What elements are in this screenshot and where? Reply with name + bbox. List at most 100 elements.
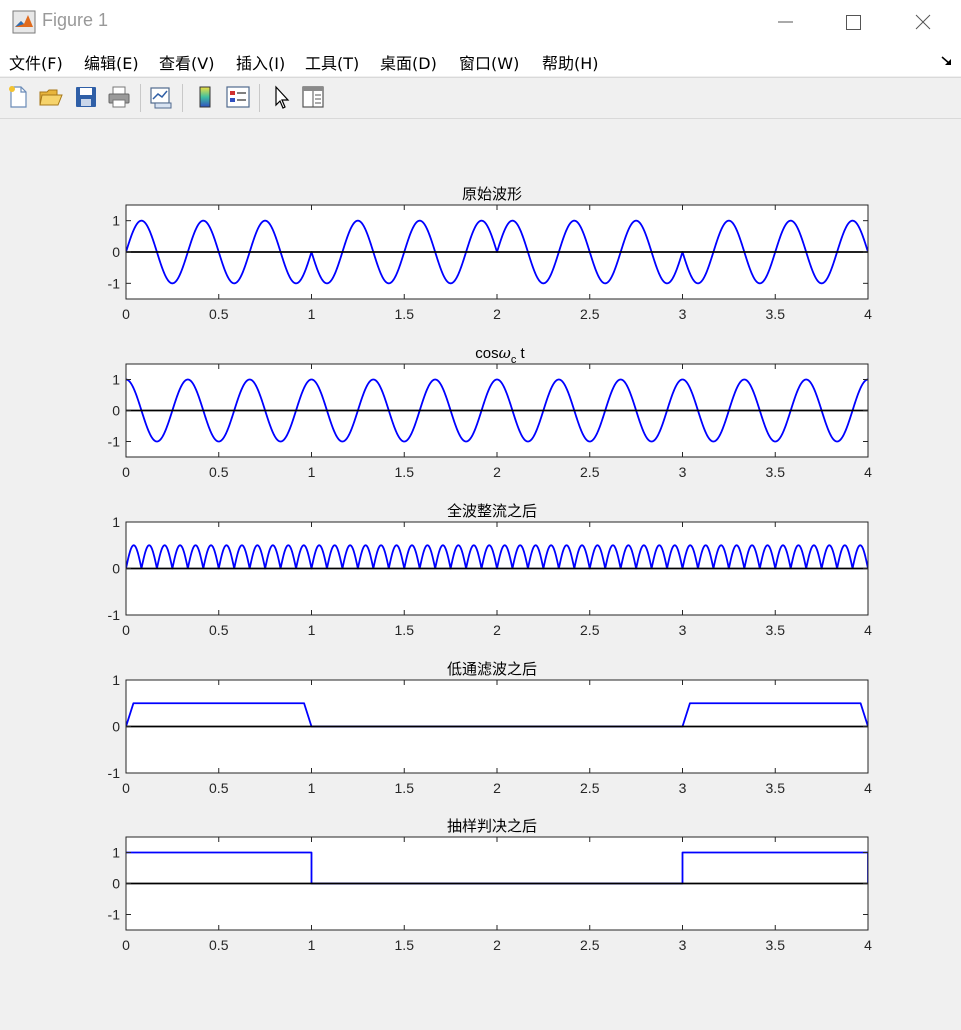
close-icon[interactable] bbox=[900, 6, 946, 38]
minimize-icon[interactable] bbox=[762, 6, 808, 38]
x-tick-label: 3.5 bbox=[766, 622, 786, 638]
x-tick-label: 1.5 bbox=[395, 464, 415, 480]
x-tick-label: 4 bbox=[864, 937, 872, 953]
menu-tools[interactable]: 工具(T) bbox=[305, 50, 359, 74]
x-tick-label: 4 bbox=[864, 780, 872, 796]
x-tick-label: 3.5 bbox=[766, 937, 786, 953]
menu-insert[interactable]: 插入(I) bbox=[236, 50, 285, 74]
x-tick-label: 0 bbox=[122, 306, 130, 322]
y-tick-label: 1 bbox=[112, 845, 120, 861]
print-icon[interactable] bbox=[106, 83, 132, 111]
toolbar-separator bbox=[182, 84, 183, 112]
x-tick-label: 3.5 bbox=[766, 464, 786, 480]
edit-plot-arrow-icon[interactable] bbox=[268, 83, 294, 111]
y-tick-label: -1 bbox=[108, 607, 121, 623]
x-tick-label: 1.5 bbox=[395, 937, 415, 953]
figure-toolbar bbox=[0, 77, 961, 119]
x-tick-label: 2 bbox=[493, 780, 501, 796]
x-tick-label: 0.5 bbox=[209, 622, 229, 638]
menu-bar: 文件(F) 编辑(E) 查看(V) 插入(I) 工具(T) 桌面(D) 窗口(W… bbox=[0, 44, 961, 76]
x-tick-label: 1 bbox=[308, 937, 316, 953]
x-tick-label: 3 bbox=[679, 937, 687, 953]
x-tick-label: 2.5 bbox=[580, 622, 600, 638]
x-tick-label: 2.5 bbox=[580, 937, 600, 953]
x-tick-label: 0.5 bbox=[209, 937, 229, 953]
x-tick-label: 3 bbox=[679, 464, 687, 480]
y-tick-label: -1 bbox=[108, 907, 121, 923]
y-tick-label: 0 bbox=[112, 876, 120, 892]
matlab-logo-icon bbox=[12, 10, 36, 34]
y-tick-label: -1 bbox=[108, 275, 121, 291]
insert-colorbar-icon[interactable] bbox=[192, 83, 218, 111]
new-figure-icon[interactable] bbox=[5, 83, 31, 111]
y-tick-label: 0 bbox=[112, 561, 120, 577]
maximize-icon[interactable] bbox=[830, 6, 876, 38]
y-tick-label: -1 bbox=[108, 765, 121, 781]
x-tick-label: 3 bbox=[679, 306, 687, 322]
x-tick-label: 2 bbox=[493, 306, 501, 322]
x-tick-label: 1 bbox=[308, 780, 316, 796]
property-inspector-icon[interactable] bbox=[300, 83, 326, 111]
y-tick-label: 1 bbox=[112, 213, 120, 229]
y-tick-label: 1 bbox=[112, 372, 120, 388]
toolbar-separator bbox=[140, 84, 141, 112]
dock-arrow-icon[interactable] bbox=[940, 54, 954, 68]
plot-title-part: t bbox=[516, 345, 525, 362]
plot-title: 低通滤波之后 bbox=[447, 660, 537, 678]
subplot-2: 0 0.5 1 1.5 2 2.5 3 3.5 410-1cosωc t bbox=[108, 344, 873, 480]
y-tick-label: 1 bbox=[112, 672, 120, 688]
x-tick-label: 2 bbox=[493, 937, 501, 953]
x-tick-label: 1 bbox=[308, 622, 316, 638]
x-tick-label: 2.5 bbox=[580, 780, 600, 796]
y-tick-label: 1 bbox=[112, 514, 120, 530]
menu-view[interactable]: 查看(V) bbox=[159, 50, 214, 74]
x-tick-label: 1 bbox=[308, 464, 316, 480]
window-title: Figure 1 bbox=[42, 10, 109, 30]
window-titlebar: Figure 1 bbox=[0, 0, 961, 44]
menu-desktop[interactable]: 桌面(D) bbox=[380, 50, 437, 74]
subplot-4: 0 0.5 1 1.5 2 2.5 3 3.5 410-1低通滤波之后 bbox=[108, 660, 873, 796]
x-tick-label: 2.5 bbox=[580, 464, 600, 480]
x-tick-label: 0 bbox=[122, 780, 130, 796]
x-tick-label: 3.5 bbox=[766, 306, 786, 322]
menu-window[interactable]: 窗口(W) bbox=[459, 50, 519, 74]
figure-canvas: 0 0.5 1 1.5 2 2.5 3 3.5 410-1原始波形0 0.5 1 1.5 2 2.5 3 3.… bbox=[108, 185, 873, 953]
x-tick-label: 0 bbox=[122, 622, 130, 638]
x-tick-label: 0.5 bbox=[209, 464, 229, 480]
subplot-1: 0 0.5 1 1.5 2 2.5 3 3.5 410-1原始波形 bbox=[108, 185, 873, 322]
x-tick-label: 0.5 bbox=[209, 306, 229, 322]
save-icon[interactable] bbox=[73, 83, 99, 111]
x-tick-label: 4 bbox=[864, 306, 872, 322]
x-tick-label: 1 bbox=[308, 306, 316, 322]
toolbar-separator bbox=[259, 84, 260, 112]
x-tick-label: 3 bbox=[679, 622, 687, 638]
x-tick-label: 1.5 bbox=[395, 306, 415, 322]
x-tick-label: 1.5 bbox=[395, 622, 415, 638]
x-tick-label: 0.5 bbox=[209, 780, 229, 796]
plot-title-omega: ω bbox=[499, 344, 511, 362]
x-tick-label: 3 bbox=[679, 780, 687, 796]
insert-legend-icon[interactable] bbox=[225, 83, 251, 111]
x-tick-label: 3.5 bbox=[766, 780, 786, 796]
plot-title: 抽样判决之后 bbox=[447, 817, 537, 835]
x-tick-label: 4 bbox=[864, 622, 872, 638]
y-tick-label: -1 bbox=[108, 434, 121, 450]
x-tick-label: 2 bbox=[493, 622, 501, 638]
open-file-icon[interactable] bbox=[38, 83, 64, 111]
subplot-3: 0 0.5 1 1.5 2 2.5 3 3.5 410-1全波整流之后 bbox=[108, 502, 873, 638]
y-tick-label: 0 bbox=[112, 403, 120, 419]
menu-edit[interactable]: 编辑(E) bbox=[84, 50, 139, 74]
x-tick-label: 0 bbox=[122, 937, 130, 953]
x-tick-label: 4 bbox=[864, 464, 872, 480]
x-tick-label: 2 bbox=[493, 464, 501, 480]
menu-file[interactable]: 文件(F) bbox=[9, 50, 63, 74]
link-plot-icon[interactable] bbox=[148, 83, 174, 111]
y-tick-label: 0 bbox=[112, 244, 120, 260]
x-tick-label: 2.5 bbox=[580, 306, 600, 322]
plot-title: 全波整流之后 bbox=[447, 502, 537, 520]
x-tick-label: 0 bbox=[122, 464, 130, 480]
menu-help[interactable]: 帮助(H) bbox=[542, 50, 599, 74]
subplot-5: 0 0.5 1 1.5 2 2.5 3 3.5 410-1抽样判决之后 bbox=[108, 817, 873, 953]
y-tick-label: 0 bbox=[112, 719, 120, 735]
plot-title: cosωc t bbox=[475, 344, 525, 366]
